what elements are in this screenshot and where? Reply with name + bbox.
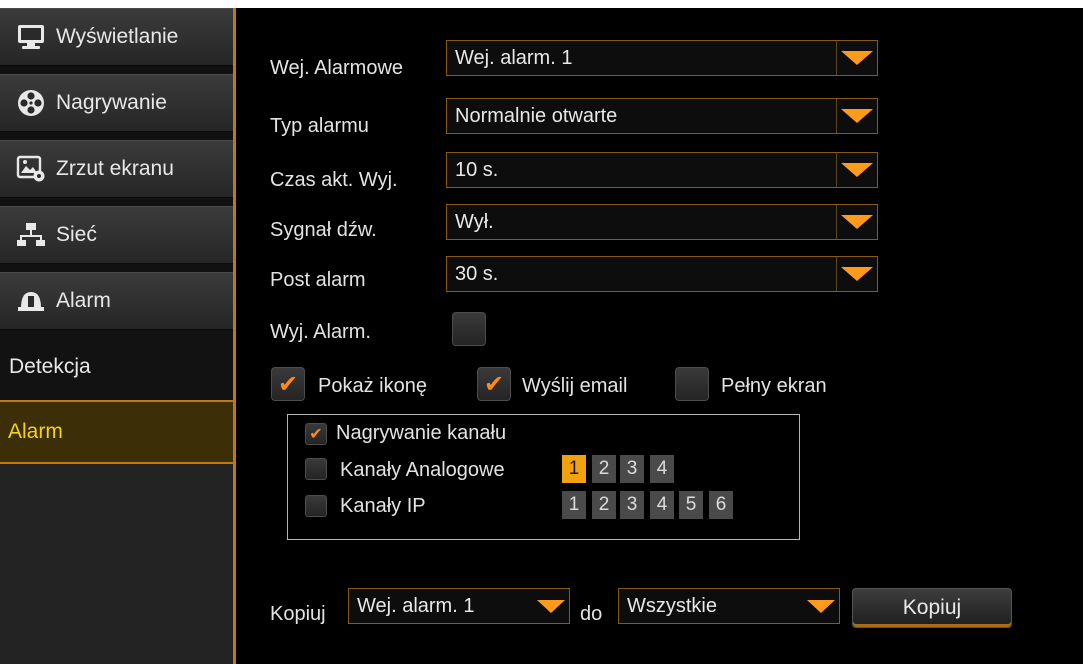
sidebar-subitem-label: Detekcja xyxy=(9,355,91,378)
sidebar-subitem-detection[interactable]: Detekcja xyxy=(0,334,233,400)
sidebar-item-recording[interactable]: Nagrywanie xyxy=(0,74,233,132)
network-icon xyxy=(16,220,46,250)
chevron-down-icon[interactable] xyxy=(837,153,877,187)
output-time-label: Czas akt. Wyj. xyxy=(270,169,398,191)
sidebar-item-label: Nagrywanie xyxy=(56,91,167,114)
sidebar-divider xyxy=(233,8,236,664)
analog-channel-1[interactable]: 1 xyxy=(562,455,586,483)
checkmark-icon: ✔ xyxy=(483,370,505,398)
ip-channel-1[interactable]: 1 xyxy=(562,491,586,519)
alarm-type-value: Normalnie otwarte xyxy=(455,104,618,127)
sidebar-item-label: Sieć xyxy=(56,223,97,246)
analog-channel-4[interactable]: 4 xyxy=(650,455,674,483)
output-time-select[interactable]: 10 s. xyxy=(446,152,878,188)
channel-recording-label: Nagrywanie kanału xyxy=(336,422,507,444)
copy-to-label: do xyxy=(580,603,603,625)
sidebar: Wyświetlanie Nagrywanie Zrzut ekranu Sie… xyxy=(0,8,236,664)
sidebar-subitem-alarm-active[interactable]: Alarm xyxy=(0,400,233,464)
alarm-input-label: Wej. Alarmowe xyxy=(270,57,404,79)
analog-channel-3[interactable]: 3 xyxy=(620,455,644,483)
send-email-checkbox[interactable]: ✔ xyxy=(477,367,511,401)
chevron-down-icon[interactable] xyxy=(533,589,569,623)
sidebar-subitem-label: Alarm xyxy=(8,420,63,443)
show-icon-checkbox[interactable]: ✔ xyxy=(271,367,305,401)
alarm-type-select[interactable]: Normalnie otwarte xyxy=(446,98,878,134)
screenshot-icon xyxy=(16,154,46,184)
chevron-down-icon[interactable] xyxy=(803,589,839,623)
ip-channel-5[interactable]: 5 xyxy=(679,491,703,519)
sidebar-item-display[interactable]: Wyświetlanie xyxy=(0,8,233,66)
checkmark-icon: ✔ xyxy=(309,424,323,443)
alarm-type-label: Typ alarmu xyxy=(270,115,369,137)
alarm-input-select[interactable]: Wej. alarm. 1 xyxy=(446,40,878,76)
copy-button[interactable]: Kopiuj xyxy=(852,588,1012,628)
ip-channels-label: Kanały IP xyxy=(340,495,426,517)
post-alarm-value: 30 s. xyxy=(455,262,499,285)
copy-source-select[interactable]: Wej. alarm. 1 xyxy=(348,588,570,624)
sidebar-item-screenshot[interactable]: Zrzut ekranu xyxy=(0,140,233,198)
buzzer-select[interactable]: Wył. xyxy=(446,204,878,240)
monitor-icon xyxy=(16,22,46,52)
alarm-settings-window: Wyświetlanie Nagrywanie Zrzut ekranu Sie… xyxy=(0,8,1083,664)
ip-channels-checkbox[interactable] xyxy=(305,495,327,517)
sidebar-item-label: Zrzut ekranu xyxy=(56,157,174,180)
post-alarm-label: Post alarm xyxy=(270,269,366,291)
copy-source-value: Wej. alarm. 1 xyxy=(357,594,475,617)
show-icon-label: Pokaż ikonę xyxy=(318,375,427,397)
chevron-down-icon[interactable] xyxy=(837,41,877,75)
sidebar-item-label: Alarm xyxy=(56,289,111,312)
alarm-bell-icon xyxy=(16,286,46,316)
copy-target-select[interactable]: Wszystkie xyxy=(618,588,840,624)
analog-channels-checkbox[interactable] xyxy=(305,458,327,480)
chevron-down-icon[interactable] xyxy=(837,205,877,239)
ip-channel-6[interactable]: 6 xyxy=(709,491,733,519)
chevron-down-icon[interactable] xyxy=(837,257,877,291)
sidebar-item-alarm[interactable]: Alarm xyxy=(0,272,233,330)
post-alarm-select[interactable]: 30 s. xyxy=(446,256,878,292)
analog-channels-label: Kanały Analogowe xyxy=(340,459,505,481)
ip-channel-4[interactable]: 4 xyxy=(650,491,674,519)
buzzer-value: Wył. xyxy=(455,210,494,233)
ip-channel-2[interactable]: 2 xyxy=(592,491,616,519)
alarm-input-value: Wej. alarm. 1 xyxy=(455,46,573,69)
output-time-value: 10 s. xyxy=(455,158,499,181)
sidebar-empty-area xyxy=(0,464,233,664)
full-screen-label: Pełny ekran xyxy=(721,375,827,397)
full-screen-checkbox[interactable] xyxy=(675,367,709,401)
copy-label: Kopiuj xyxy=(270,603,326,625)
alarm-output-label: Wyj. Alarm. xyxy=(270,321,371,343)
sidebar-item-network[interactable]: Sieć xyxy=(0,206,233,264)
copy-target-value: Wszystkie xyxy=(627,594,717,617)
buzzer-label: Sygnał dźw. xyxy=(270,219,377,241)
channel-recording-checkbox[interactable]: ✔ xyxy=(305,423,327,445)
sidebar-item-label: Wyświetlanie xyxy=(56,25,179,48)
analog-channel-2[interactable]: 2 xyxy=(592,455,616,483)
send-email-label: Wyślij email xyxy=(522,375,628,397)
chevron-down-icon[interactable] xyxy=(837,99,877,133)
alarm-output-checkbox[interactable] xyxy=(452,312,486,346)
ip-channel-3[interactable]: 3 xyxy=(620,491,644,519)
checkmark-icon: ✔ xyxy=(277,370,299,398)
film-reel-icon xyxy=(16,88,46,118)
